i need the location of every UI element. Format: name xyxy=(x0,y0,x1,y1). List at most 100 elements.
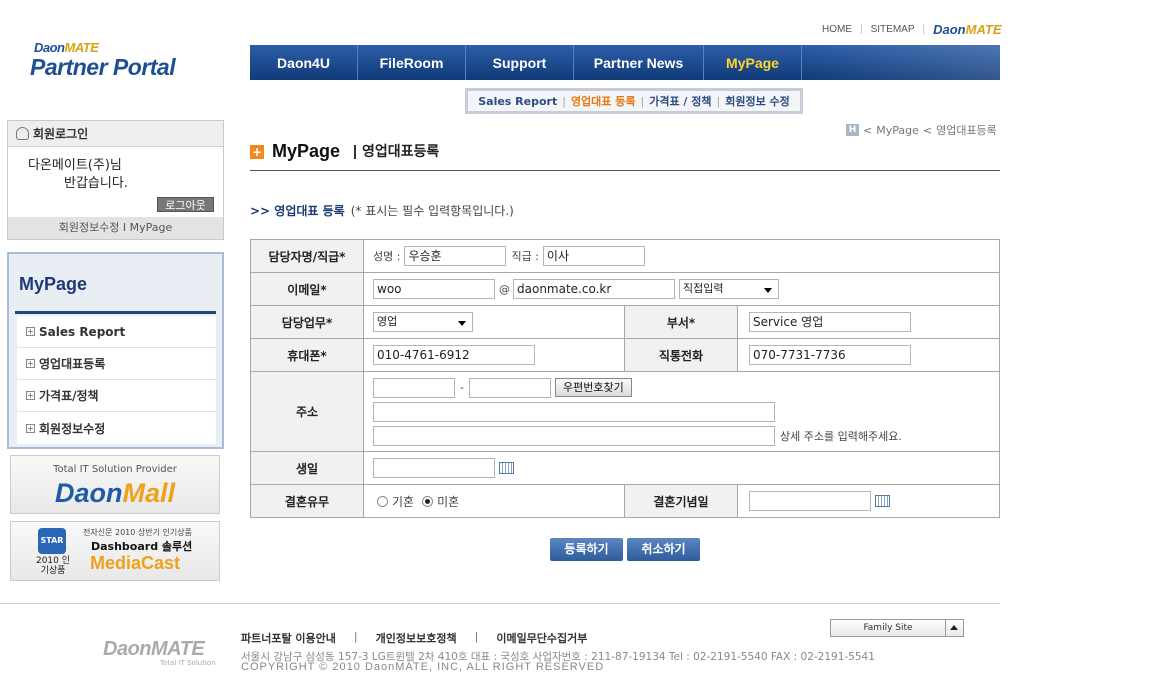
name-input[interactable]: 우승훈 xyxy=(404,246,507,266)
side-menu-bar xyxy=(15,311,216,314)
gnb-mypage[interactable]: MyPage xyxy=(704,45,802,80)
user-icon xyxy=(16,127,29,140)
home-link[interactable]: HOME xyxy=(822,24,852,35)
plus-icon: + xyxy=(250,144,264,159)
daonmate-logo-small[interactable]: DaonMATE xyxy=(34,40,99,55)
married-label: 기혼 xyxy=(392,494,415,509)
subnav-member-edit[interactable]: 회원정보 수정 xyxy=(725,93,790,109)
address-cell: - 우편번호찾기 상세 주소를 입력해주세요. xyxy=(364,372,1000,451)
divider: | xyxy=(562,94,566,108)
side-menu-list: + Sales Report + 영업대표등록 + 가격표/정책 + 회원정보수정 xyxy=(17,316,216,444)
chevron-icon: < xyxy=(922,123,933,137)
gnb-fileroom[interactable]: FileRoom xyxy=(358,45,466,80)
zip-row: - 우편번호찾기 xyxy=(373,377,632,398)
zip-input-2[interactable] xyxy=(468,377,551,398)
side-item-member-edit[interactable]: + 회원정보수정 xyxy=(17,412,216,444)
divider: | xyxy=(353,630,358,643)
address-line2-input[interactable] xyxy=(373,425,775,446)
gnb-support[interactable]: Support xyxy=(466,45,574,80)
rank-input[interactable]: 이사 xyxy=(542,246,645,266)
utility-nav: HOME | SITEMAP | DaonMATE xyxy=(822,22,1002,37)
single-label: 미혼 xyxy=(437,494,460,509)
email-cell: woo @ daonmate.co.kr 직접입력 xyxy=(364,273,1000,305)
home-icon[interactable]: H xyxy=(846,124,859,136)
marital-cell: 기혼 미혼 xyxy=(364,485,625,517)
daonmate-brand-link[interactable]: DaonMATE xyxy=(933,22,1001,37)
address-line1-input[interactable] xyxy=(373,401,775,422)
calendar-icon[interactable] xyxy=(499,462,514,474)
email-domain-input[interactable]: daonmate.co.kr xyxy=(513,279,675,299)
footer-link-privacy[interactable]: 개인정보보호정책 xyxy=(376,630,457,646)
name-label: 성명 : xyxy=(373,250,401,263)
mobile-input[interactable]: 010-4761-6912 xyxy=(373,345,535,365)
subnav-sales-report[interactable]: Sales Report xyxy=(478,95,557,108)
birthday-input[interactable] xyxy=(373,458,495,478)
sitemap-link[interactable]: SITEMAP xyxy=(871,24,915,35)
dept-input[interactable]: Service 영업 xyxy=(749,312,911,332)
login-header: 회원로그인 xyxy=(8,121,223,147)
plus-box-icon: + xyxy=(26,359,35,368)
married-radio[interactable] xyxy=(377,495,388,507)
side-item-price-policy[interactable]: + 가격표/정책 xyxy=(17,380,216,412)
section-heading: >> 영업대표 등록 (* 표시는 필수 입력항목입니다.) xyxy=(250,202,514,219)
side-item-label: 회원정보수정 xyxy=(39,421,106,436)
cancel-button[interactable]: 취소하기 xyxy=(627,538,700,561)
zip-dash: - xyxy=(460,381,464,394)
footer-link-email-policy[interactable]: 이메일무단수집거부 xyxy=(496,630,587,646)
login-footer-links[interactable]: 회원정보수정 I MyPage xyxy=(8,217,223,239)
calendar-icon[interactable] xyxy=(875,495,890,507)
email-domain-select[interactable]: 직접입력 xyxy=(679,279,779,299)
dept-label: 부서* xyxy=(625,306,738,338)
subnav-price-policy[interactable]: 가격표 / 정책 xyxy=(649,93,711,109)
direct-phone-label: 직통전화 xyxy=(625,339,738,371)
logout-button[interactable]: 로그아웃 xyxy=(157,197,214,212)
birthday-label: 생일 xyxy=(251,452,364,484)
side-item-label: 가격표/정책 xyxy=(39,389,99,403)
daonmall-banner[interactable]: Total IT Solution Provider DaonMall xyxy=(10,455,220,514)
manager-cell: 성명 : 우승훈 직급 : 이사 xyxy=(364,240,1000,272)
form-row-email: 이메일* woo @ daonmate.co.kr 직접입력 xyxy=(251,273,1000,306)
anniversary-input[interactable] xyxy=(749,491,871,511)
gnb-partner-news[interactable]: Partner News xyxy=(574,45,704,80)
side-item-sales-report[interactable]: + Sales Report xyxy=(17,316,216,348)
submit-button[interactable]: 등록하기 xyxy=(550,538,623,561)
email-id-input[interactable]: woo xyxy=(373,279,495,299)
banner-tagline: Total IT Solution Provider xyxy=(53,464,177,475)
chevron-up-icon[interactable] xyxy=(945,620,963,636)
form-row-manager: 담당자명/직급* 성명 : 우승훈 직급 : 이사 xyxy=(251,240,1000,273)
side-item-sales-rep-register[interactable]: + 영업대표등록 xyxy=(17,348,216,380)
star-award-icon: STAR xyxy=(38,528,66,554)
partner-portal-logo[interactable]: Partner Portal xyxy=(30,54,176,81)
family-site-select[interactable]: Family Site xyxy=(830,619,964,637)
plus-box-icon: + xyxy=(26,391,35,400)
marital-label: 결혼유무 xyxy=(251,485,364,517)
single-radio[interactable] xyxy=(422,495,434,507)
mediacast-banner[interactable]: STAR 2010 인기상품 전자신문 2010 상반기 인기상품 Dashbo… xyxy=(10,521,220,581)
registration-form: 담당자명/직급* 성명 : 우승훈 직급 : 이사 이메일* woo @ dao… xyxy=(250,239,1000,518)
footer-links: 파트너포탈 이용안내 | 개인정보보호정책 | 이메일무단수집거부 xyxy=(241,630,587,646)
subnav-sales-rep-register[interactable]: 영업대표 등록 xyxy=(571,93,636,109)
gnb-decoration xyxy=(802,45,1000,80)
footer-link-guide[interactable]: 파트너포탈 이용안내 xyxy=(241,630,336,646)
global-nav: Daon4U FileRoom Support Partner News MyP… xyxy=(250,45,1000,80)
plus-box-icon: + xyxy=(26,327,35,336)
zip-search-button[interactable]: 우편번호찾기 xyxy=(554,378,632,397)
zip-input-1[interactable] xyxy=(373,377,455,398)
side-menu-title: MyPage xyxy=(19,274,88,294)
breadcrumb: H < MyPage < 영업대표등록 xyxy=(846,122,997,138)
duty-select[interactable]: 영업 xyxy=(373,312,473,332)
gnb-daon4u[interactable]: Daon4U xyxy=(250,45,358,80)
greeting-line1: 다온메이트(주)님 xyxy=(28,158,122,173)
mobile-cell: 010-4761-6912 xyxy=(364,339,625,371)
breadcrumb-item[interactable]: MyPage xyxy=(876,124,919,137)
title-divider xyxy=(250,170,1000,171)
page-title: + MyPage 영업대표등록 xyxy=(250,141,439,162)
direct-phone-input[interactable]: 070-7731-7736 xyxy=(749,345,911,365)
page-title-text: MyPage xyxy=(272,141,341,161)
form-row-marital: 결혼유무 기혼 미혼 결혼기념일 xyxy=(251,485,1000,518)
divider: | xyxy=(860,24,863,35)
family-site-label: Family Site xyxy=(863,623,913,633)
greeting: 다온메이트(주)님 반갑습니다. xyxy=(28,157,128,193)
form-row-address: 주소 - 우편번호찾기 상세 주소를 입력해주세요. xyxy=(251,372,1000,452)
breadcrumb-item: 영업대표등록 xyxy=(936,124,997,137)
